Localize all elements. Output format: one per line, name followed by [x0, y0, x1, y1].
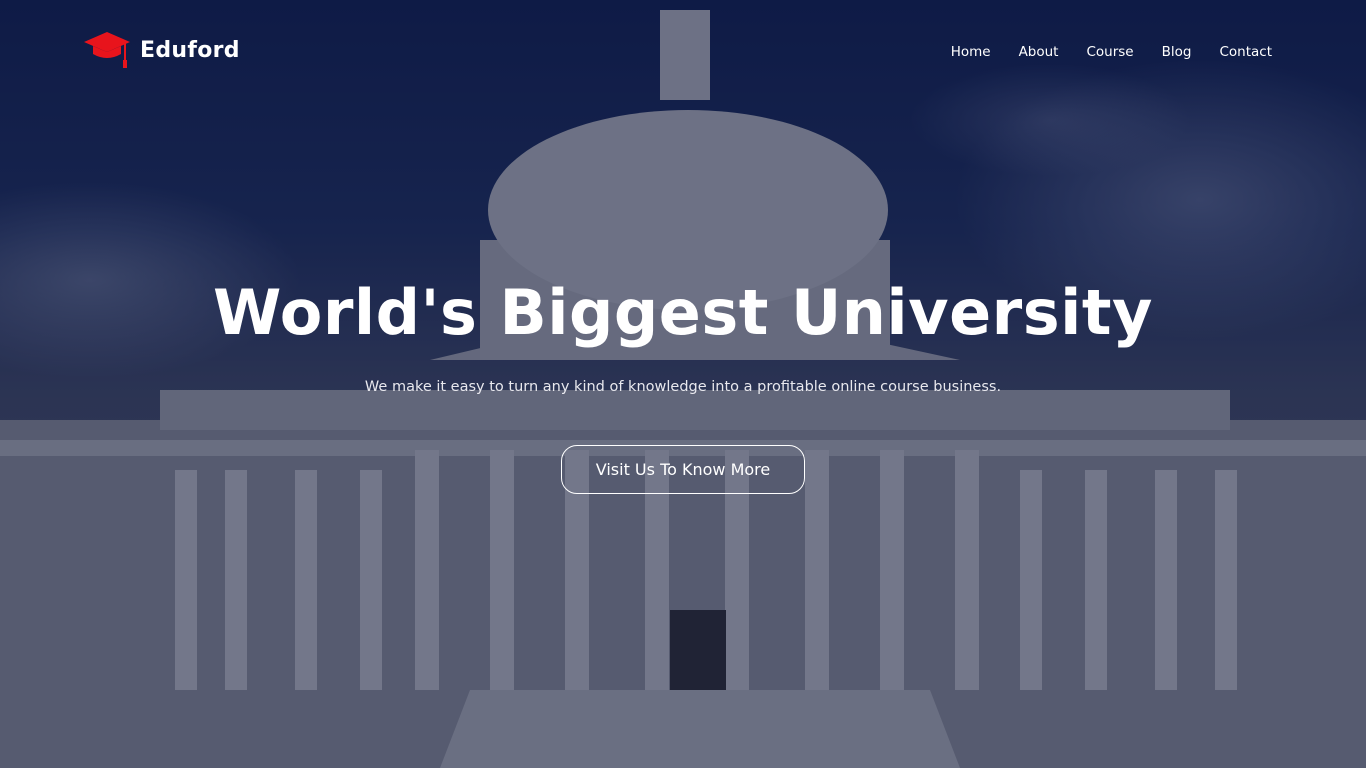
graduation-cap-icon	[84, 32, 130, 68]
hero-title: World's Biggest University	[213, 276, 1153, 349]
hero-section: World's Biggest University We make it ea…	[0, 275, 1366, 494]
main-menu: Home About Course Blog Contact	[951, 44, 1272, 60]
brand-name: Eduford	[140, 37, 240, 63]
navbar: Eduford Home About Course Blog Contact	[0, 0, 1366, 100]
nav-about[interactable]: About	[1019, 44, 1059, 60]
hero-subtitle: We make it easy to turn any kind of know…	[364, 379, 1002, 395]
brand-logo[interactable]: Eduford	[82, 30, 240, 70]
nav-home[interactable]: Home	[951, 44, 991, 60]
nav-course[interactable]: Course	[1086, 44, 1133, 60]
nav-contact[interactable]: Contact	[1219, 44, 1272, 60]
nav-blog[interactable]: Blog	[1162, 44, 1192, 60]
visit-us-button[interactable]: Visit Us To Know More	[560, 445, 806, 494]
